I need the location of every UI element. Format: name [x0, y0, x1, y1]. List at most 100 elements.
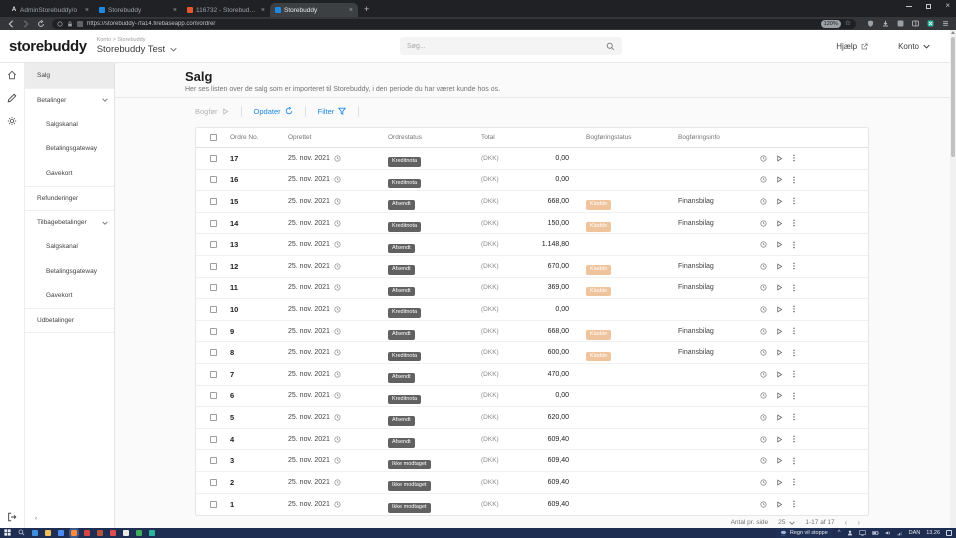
row-checkbox[interactable]	[210, 414, 217, 421]
run-play-icon[interactable]	[776, 284, 783, 291]
history-icon[interactable]	[760, 220, 767, 227]
run-play-icon[interactable]	[776, 392, 783, 399]
row-checkbox[interactable]	[210, 198, 217, 205]
run-play-icon[interactable]	[776, 436, 783, 443]
kebab-menu-icon[interactable]	[792, 370, 796, 378]
account-switcher[interactable]: Konto > Storebuddy Storebuddy Test	[97, 37, 177, 55]
table-row[interactable]: 325. nov. 2021Ikke modtaget(DKK)609,40	[196, 450, 868, 472]
kebab-menu-icon[interactable]	[792, 262, 796, 270]
row-checkbox[interactable]	[210, 241, 217, 248]
taskbar-search-icon[interactable]	[18, 529, 25, 536]
table-row[interactable]: 1025. nov. 2021Kreditnota(DKK)0,00	[196, 299, 868, 321]
scrollbar-thumb[interactable]	[951, 37, 955, 157]
taskbar-app-icon-app-crimson[interactable]	[110, 530, 116, 536]
tab-close-icon[interactable]: ×	[85, 7, 89, 14]
run-play-icon[interactable]	[776, 479, 783, 486]
browser-tab[interactable]: 116732 - Storebuddy Test (M...×	[182, 3, 270, 17]
kebab-menu-icon[interactable]	[792, 219, 796, 227]
sidebar-item-salgskanal[interactable]: Salgskanal	[25, 235, 114, 260]
history-icon[interactable]	[760, 284, 767, 291]
row-checkbox[interactable]	[210, 501, 217, 508]
gear-icon[interactable]	[7, 116, 17, 126]
sidebar-collapse-button[interactable]: ‹	[35, 515, 37, 522]
row-checkbox[interactable]	[210, 479, 217, 486]
run-play-icon[interactable]	[776, 414, 783, 421]
kebab-menu-icon[interactable]	[792, 392, 796, 400]
history-icon[interactable]	[760, 328, 767, 335]
clock[interactable]: 13.26	[926, 530, 940, 536]
row-checkbox[interactable]	[210, 220, 217, 227]
new-tab-button[interactable]: +	[364, 4, 369, 14]
taskbar-app-icon-app-teal[interactable]	[149, 530, 155, 536]
help-link[interactable]: Hjælp	[836, 42, 868, 51]
tray-speaker-icon[interactable]	[885, 530, 891, 536]
kebab-menu-icon[interactable]	[792, 305, 796, 313]
browser-menu-icon[interactable]	[942, 20, 949, 27]
tab-close-icon[interactable]: ×	[261, 7, 265, 14]
back-icon[interactable]	[7, 20, 15, 28]
history-icon[interactable]	[760, 241, 767, 248]
table-row[interactable]: 525. nov. 2021Afsendt(DKK)620,00	[196, 407, 868, 429]
history-icon[interactable]	[760, 349, 767, 356]
tab-close-icon[interactable]: ×	[349, 7, 353, 14]
sidebar-item-tilbagebetalinger[interactable]: Tilbagebetalinger	[25, 210, 114, 235]
weather-widget[interactable]: Regn vil stoppe	[776, 528, 832, 538]
taskbar-app-icon-firefox[interactable]	[71, 530, 77, 536]
row-checkbox[interactable]	[210, 263, 217, 270]
history-icon[interactable]	[760, 479, 767, 486]
history-icon[interactable]	[760, 306, 767, 313]
bogfor-button[interactable]: Bogfør	[195, 107, 241, 116]
run-play-icon[interactable]	[776, 306, 783, 313]
kebab-menu-icon[interactable]	[792, 457, 796, 465]
history-icon[interactable]	[760, 263, 767, 270]
kebab-menu-icon[interactable]	[792, 176, 796, 184]
table-row[interactable]: 825. nov. 2021Kreditnota(DKK)600,00Kladd…	[196, 342, 868, 364]
table-row[interactable]: 125. nov. 2021Ikke modtaget(DKK)609,40	[196, 494, 868, 516]
download-icon[interactable]	[882, 20, 889, 27]
home-icon[interactable]	[7, 70, 17, 80]
search-icon[interactable]	[606, 42, 615, 51]
window-close-button[interactable]: ×	[945, 2, 950, 10]
table-row[interactable]: 1425. nov. 2021Kreditnota(DKK)150,00Klad…	[196, 213, 868, 235]
select-all-checkbox[interactable]	[210, 134, 217, 141]
taskbar-app-icon-file-explorer[interactable]	[45, 530, 51, 536]
search-input[interactable]	[407, 43, 606, 50]
history-icon[interactable]	[760, 392, 767, 399]
sidebar-item-refunderinger[interactable]: Refunderinger	[25, 186, 114, 211]
taskbar-app-icon-edge[interactable]	[32, 530, 38, 536]
kebab-menu-icon[interactable]	[792, 349, 796, 357]
run-play-icon[interactable]	[776, 241, 783, 248]
sidebar-item-betalingsgateway[interactable]: Betalingsgateway	[25, 137, 114, 162]
row-checkbox[interactable]	[210, 284, 217, 291]
filter-button[interactable]: Filter	[306, 107, 359, 116]
row-checkbox[interactable]	[210, 306, 217, 313]
opdater-button[interactable]: Opdater	[242, 107, 305, 116]
forward-icon[interactable]	[22, 20, 30, 28]
sidebar-item-salg[interactable]: Salg	[25, 63, 114, 88]
table-row[interactable]: 425. nov. 2021Afsendt(DKK)609,40	[196, 429, 868, 451]
run-play-icon[interactable]	[776, 328, 783, 335]
kebab-menu-icon[interactable]	[792, 435, 796, 443]
row-checkbox[interactable]	[210, 436, 217, 443]
url-bar[interactable]: https://storebuddy-7fa14.firebaseapp.com…	[52, 19, 856, 29]
window-minimize-button[interactable]	[906, 6, 912, 7]
run-play-icon[interactable]	[776, 155, 783, 162]
kebab-menu-icon[interactable]	[792, 241, 796, 249]
tray-network-icon[interactable]	[897, 530, 903, 536]
pen-icon[interactable]	[7, 93, 17, 103]
page-scrollbar[interactable]	[950, 30, 956, 528]
prev-page-button[interactable]: ‹	[845, 518, 848, 527]
window-maximize-button[interactable]	[926, 4, 931, 9]
sidebar-item-udbetalinger[interactable]: Udbetalinger	[25, 308, 114, 333]
next-page-button[interactable]: ›	[857, 518, 860, 527]
history-icon[interactable]	[760, 371, 767, 378]
row-checkbox[interactable]	[210, 457, 217, 464]
history-icon[interactable]	[760, 436, 767, 443]
kebab-menu-icon[interactable]	[792, 478, 796, 486]
start-button-icon[interactable]	[4, 529, 11, 536]
run-play-icon[interactable]	[776, 501, 783, 508]
sidebar-item-gavekort[interactable]: Gavekort	[25, 161, 114, 186]
sidebar-item-gavekort[interactable]: Gavekort	[25, 284, 114, 309]
row-checkbox[interactable]	[210, 392, 217, 399]
kebab-menu-icon[interactable]	[792, 197, 796, 205]
